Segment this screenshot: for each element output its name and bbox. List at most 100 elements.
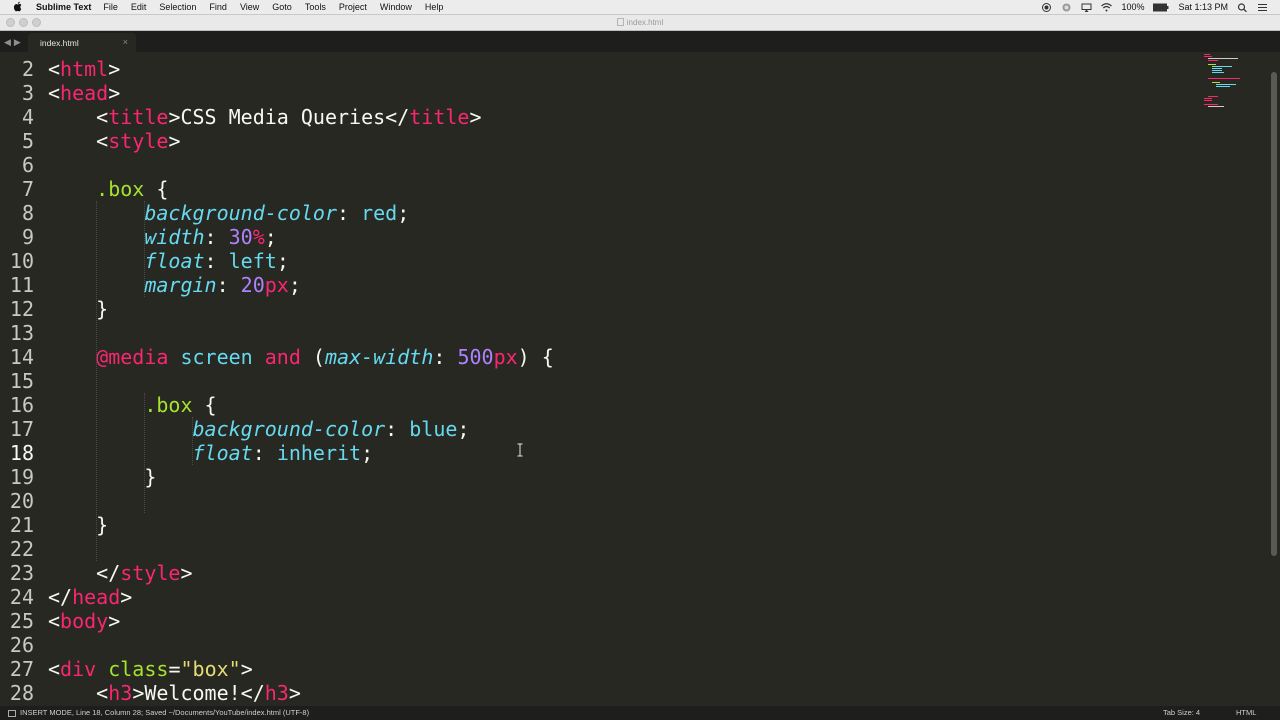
notification-center-icon[interactable] xyxy=(1257,3,1268,12)
menu-goto[interactable]: Goto xyxy=(272,0,292,14)
code-text: background-color: red; xyxy=(144,201,410,225)
tab-close-icon[interactable]: × xyxy=(123,37,128,47)
code-text: <style> xyxy=(48,129,181,153)
code-text: background-color: blue; xyxy=(192,417,470,441)
code-line[interactable]: 15 xyxy=(0,369,1190,393)
spotlight-search-icon[interactable] xyxy=(1237,2,1248,12)
battery-icon[interactable] xyxy=(1153,3,1169,12)
code-line[interactable]: 17 background-color: blue; xyxy=(0,417,1190,441)
line-number: 5 xyxy=(21,129,34,153)
indent-guide xyxy=(96,201,97,561)
code-line[interactable]: 3 <head> xyxy=(0,81,1190,105)
menu-window[interactable]: Window xyxy=(380,0,412,14)
code-line[interactable]: 16 .box { xyxy=(0,393,1190,417)
text-cursor-icon xyxy=(517,443,523,457)
code-text: .box { xyxy=(144,393,217,417)
code-text: width: 30%; xyxy=(144,225,277,249)
code-line[interactable]: 13 xyxy=(0,321,1190,345)
code-text: <body> xyxy=(48,609,121,633)
line-number: 18 xyxy=(9,441,34,465)
vertical-scrollbar[interactable] xyxy=(1268,52,1280,706)
code-text: } xyxy=(48,465,157,489)
window-title: index.html xyxy=(0,15,1280,30)
line-number: 24 xyxy=(9,585,34,609)
code-line[interactable]: 6 xyxy=(0,153,1190,177)
tab-size-selector[interactable]: Tab Size: 4 xyxy=(1163,706,1200,720)
line-number: 28 xyxy=(9,681,34,705)
line-number: 13 xyxy=(9,321,34,345)
code-line[interactable]: 8 background-color: red; xyxy=(0,201,1190,225)
code-line[interactable]: 24 </head> xyxy=(0,585,1190,609)
code-line[interactable]: 28 <h3>Welcome!</h3> xyxy=(0,681,1190,705)
line-number: 15 xyxy=(9,369,34,393)
code-line[interactable]: 5 <style> xyxy=(0,129,1190,153)
line-number: 6 xyxy=(21,153,34,177)
code-line[interactable]: 10 float: left; xyxy=(0,249,1190,273)
scrollbar-thumb[interactable] xyxy=(1271,72,1277,556)
menu-view[interactable]: View xyxy=(240,0,259,14)
clock[interactable]: Sat 1:13 PM xyxy=(1178,2,1228,12)
panel-toggle-icon[interactable] xyxy=(8,709,16,717)
code-text: </head> xyxy=(48,585,133,609)
code-text: @media screen and (max-width: 500px) { xyxy=(96,345,554,369)
code-line[interactable]: 18 float: inherit; xyxy=(0,441,1190,465)
code-line[interactable]: 12 } xyxy=(0,297,1190,321)
code-line[interactable]: 23 </style> xyxy=(0,561,1190,585)
line-number: 22 xyxy=(9,537,34,561)
code-line[interactable]: 25 <body> xyxy=(0,609,1190,633)
code-line[interactable]: 9 width: 30%; xyxy=(0,225,1190,249)
menu-file[interactable]: File xyxy=(103,0,118,14)
code-line[interactable]: 21 } xyxy=(0,513,1190,537)
menu-help[interactable]: Help xyxy=(425,0,444,14)
code-line[interactable]: 26 xyxy=(0,633,1190,657)
menu-find[interactable]: Find xyxy=(209,0,227,14)
window-title-bar: index.html xyxy=(0,15,1280,31)
code-line[interactable]: 22 xyxy=(0,537,1190,561)
line-number: 9 xyxy=(21,225,34,249)
extension-icon[interactable] xyxy=(1061,3,1072,12)
code-text: <head> xyxy=(48,81,121,105)
line-number: 20 xyxy=(9,489,34,513)
syntax-selector[interactable]: HTML xyxy=(1236,706,1256,720)
code-text: .box { xyxy=(96,177,169,201)
code-line[interactable]: 7 .box { xyxy=(0,177,1190,201)
code-line[interactable]: 4 <title>CSS Media Queries</title> xyxy=(0,105,1190,129)
code-line[interactable]: 2 <html> xyxy=(0,57,1190,81)
airplay-icon[interactable] xyxy=(1081,3,1092,12)
minimap[interactable] xyxy=(1200,52,1266,112)
line-number: 11 xyxy=(9,273,34,297)
tab-label: index.html xyxy=(40,38,79,48)
line-number: 23 xyxy=(9,561,34,585)
code-text: <h3>Welcome!</h3> xyxy=(48,681,301,705)
line-number: 16 xyxy=(9,393,34,417)
code-line[interactable]: 20 xyxy=(0,489,1190,513)
code-editor[interactable]: 2 <html> 3 <head> 4 <title>CSS Media Queries… xyxy=(0,52,1268,706)
line-number: 10 xyxy=(9,249,34,273)
apple-logo-icon[interactable] xyxy=(13,1,23,12)
line-number: 4 xyxy=(21,105,34,129)
status-text: INSERT MODE, Line 18, Column 28; Saved ~… xyxy=(20,708,310,717)
code-text: margin: 20px; xyxy=(144,273,301,297)
code-line[interactable]: 19 } xyxy=(0,465,1190,489)
battery-percent: 100% xyxy=(1121,2,1145,12)
menu-app-name[interactable]: Sublime Text xyxy=(36,0,91,14)
line-number: 21 xyxy=(9,513,34,537)
menu-edit[interactable]: Edit xyxy=(131,0,147,14)
wifi-icon[interactable] xyxy=(1101,2,1113,12)
tab-nav-arrows-icon[interactable]: ◀▶ xyxy=(4,37,24,48)
line-number: 19 xyxy=(9,465,34,489)
line-number: 25 xyxy=(9,609,34,633)
tab-index-html[interactable]: index.html × xyxy=(28,33,136,52)
menu-project[interactable]: Project xyxy=(339,0,367,14)
record-icon[interactable] xyxy=(1041,2,1052,12)
code-line[interactable]: 14 @media screen and (max-width: 500px) … xyxy=(0,345,1190,369)
code-line[interactable]: 27 <div class="box"> xyxy=(0,657,1190,681)
code-text: float: left; xyxy=(144,249,289,273)
indent-guide xyxy=(144,201,145,297)
document-icon xyxy=(616,18,624,26)
code-line[interactable]: 11 margin: 20px; xyxy=(0,273,1190,297)
menu-selection[interactable]: Selection xyxy=(159,0,196,14)
menu-tools[interactable]: Tools xyxy=(305,0,326,14)
status-bar: INSERT MODE, Line 18, Column 28; Saved ~… xyxy=(0,706,1280,720)
code-text: <title>CSS Media Queries</title> xyxy=(48,105,482,129)
